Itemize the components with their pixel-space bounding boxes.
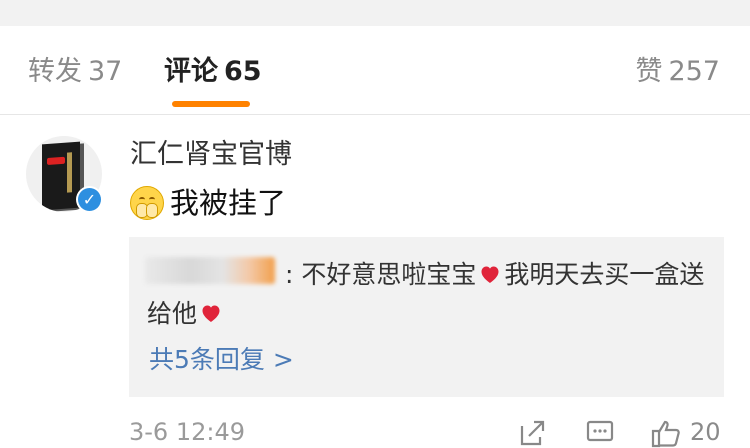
- tab-bar: 转发 37 评论 65 赞 257: [0, 26, 750, 115]
- red-heart-icon: [202, 305, 220, 322]
- reply-text: : 不好意思啦宝宝 我明天去买一盒送给他: [147, 255, 722, 333]
- comment-text: 我被挂了: [130, 185, 286, 221]
- active-tab-underline: [172, 101, 250, 107]
- tab-repost-count: 37: [88, 56, 123, 87]
- tab-comment[interactable]: 评论 65: [164, 56, 262, 88]
- comment-username[interactable]: 汇仁肾宝官博: [130, 138, 292, 172]
- product-box-avatar: [42, 141, 80, 211]
- tab-repost[interactable]: 转发 37: [28, 56, 122, 88]
- share-icon[interactable]: [517, 418, 547, 448]
- tab-like[interactable]: 赞 257: [635, 56, 720, 88]
- more-replies-link[interactable]: 共5条回复 >: [149, 344, 294, 376]
- comment-body: 我被挂了: [170, 186, 287, 220]
- reply-box[interactable]: : 不好意思啦宝宝 我明天去买一盒送给他 共5条回复 >: [129, 237, 724, 397]
- verified-badge-icon: ✓: [76, 186, 103, 213]
- reply-text-part1: : 不好意思啦宝宝: [285, 260, 477, 289]
- tab-like-label: 赞: [635, 56, 663, 87]
- hands-over-mouth-emoji: [130, 186, 164, 220]
- tab-like-count: 257: [668, 56, 720, 87]
- tab-repost-label: 转发: [28, 56, 82, 87]
- watermark: [600, 424, 750, 442]
- tab-comment-count: 65: [224, 56, 262, 87]
- red-heart-icon: [481, 266, 499, 283]
- tab-comment-label: 评论: [164, 56, 218, 87]
- top-gray-bar: [0, 0, 750, 26]
